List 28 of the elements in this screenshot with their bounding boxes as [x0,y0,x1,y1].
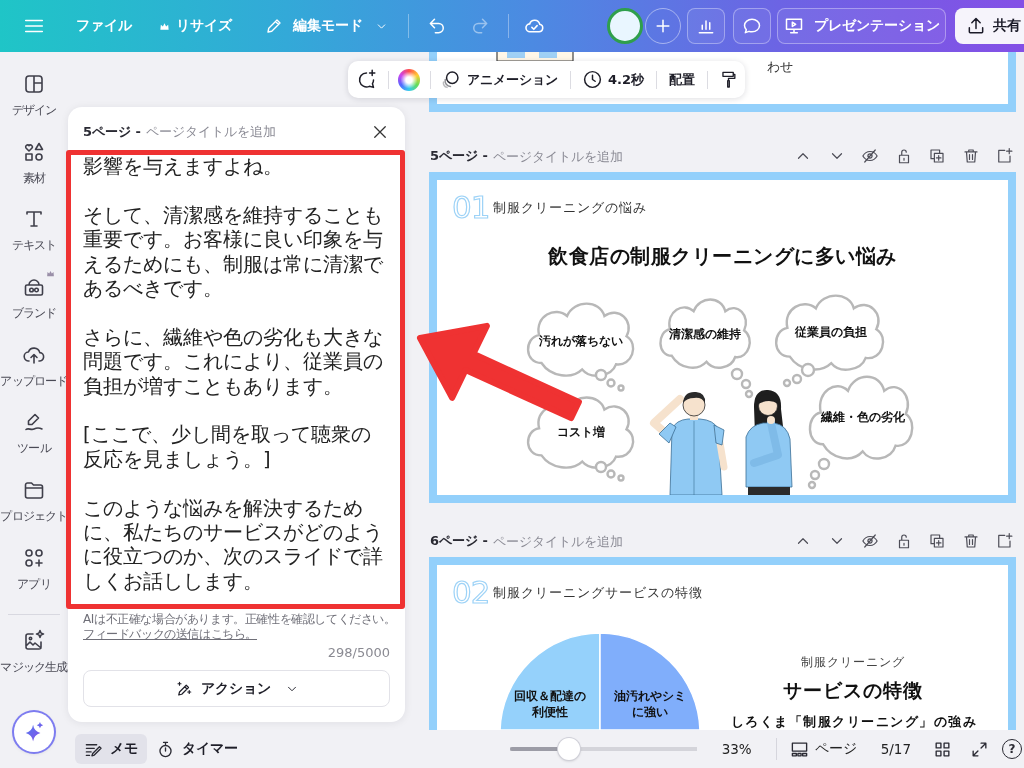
slide-heading: サービスの特徴 [783,678,923,703]
slide-subheading: しろくま「制服クリーニング」の強み [730,714,978,730]
section-title: 制服クリーニングサービスの特徴 [493,585,703,601]
bubble-label: 繊維・色の劣化 [821,409,905,425]
bubble-label: 汚れが落ちない [539,333,623,349]
section-number: 02 [452,577,490,608]
ai-disclaimer: AIは不正確な場合があります。正確性を確認してください。 フィードバックの送信はこちら。 [82,612,397,642]
segment-label: 回収＆配達の利便性 [513,688,587,720]
page-number-label: 6ページ - [430,532,488,550]
bubble-label: 清潔感の維持 [669,326,741,342]
segment-label: 油汚れやシミに強い [613,688,687,720]
note-paragraph: そして、清潔感を維持することも重要です。お客様に良い印象を与えるためにも、制服は常に清潔であるべきです。 [83,203,383,302]
note-paragraph: このような悩みを解決するために、私たちのサービスがどのように役立つのか、次のスライドで詳しくお話しします。 [83,496,383,595]
section-number: 01 [452,192,490,223]
bubble-label: コスト増 [557,424,605,440]
section-title: 制服クリーニングの悩み [493,200,647,216]
bubble-label: 従業員の負担 [795,324,867,340]
note-paragraph: 影響を与えますよね。 [83,155,284,180]
character-count: 298/5000 [327,645,390,661]
slide-title: 飲食店の制服クリーニングに多い悩み [548,244,897,270]
note-paragraph: [ここで、少し間を取って聴衆の反応を見ましょう。] [83,423,372,473]
slide-text: わせ [767,59,793,76]
note-paragraph: さらに、繊維や色の劣化も大きな問題です。これにより、従業員の負担が増すこともあります。 [83,325,383,400]
zoom-percentage: 33% [721,741,752,757]
page-counter: 5/17 [880,741,911,757]
page-number-label: 5ページ - [83,122,141,141]
page-number-label: 5ページ - [430,147,488,165]
slide-eyebrow: 制服クリーニング [801,655,905,670]
